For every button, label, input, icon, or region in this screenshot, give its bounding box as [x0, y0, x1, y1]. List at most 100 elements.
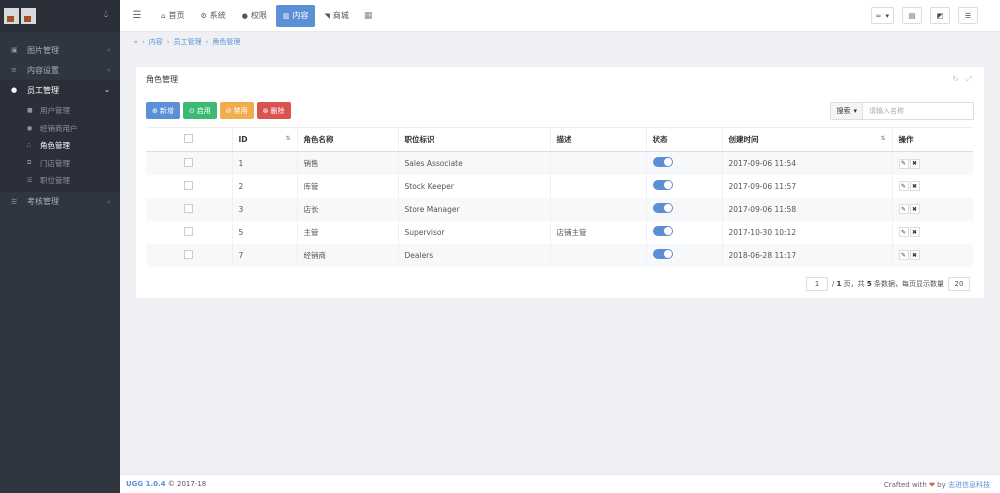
- version-label[interactable]: UGG 1.0.4: [126, 480, 166, 488]
- pager-text: 页，共: [843, 280, 865, 288]
- sidebar-subitem-stores[interactable]: ⧉ 门店管理: [0, 155, 120, 173]
- row-checkbox[interactable]: [184, 203, 193, 213]
- row-checkbox[interactable]: [184, 180, 193, 190]
- breadcrumb: ⌖ › 内容 › 员工管理 › 角色管理: [134, 37, 244, 47]
- table-row[interactable]: 3 店长 Store Manager 2017-09-06 11:58 ✎ ✖: [146, 197, 973, 221]
- header-label: ID: [238, 135, 248, 144]
- search-input[interactable]: [863, 102, 974, 120]
- column-header-created[interactable]: 创建时间 ⇅: [722, 127, 893, 152]
- close-icon[interactable]: ✖: [909, 181, 920, 192]
- ban-icon: ⊘: [225, 106, 232, 115]
- select-all-checkbox[interactable]: [184, 134, 193, 143]
- column-header-desc: 描述: [550, 127, 647, 152]
- hamburger-icon[interactable]: ☰: [120, 10, 154, 21]
- sidebar-subitem-dealer-users[interactable]: ● 经销商用户: [0, 120, 120, 138]
- select-all-header: [146, 127, 233, 152]
- row-checkbox[interactable]: [184, 249, 193, 259]
- tab-label: 首页: [168, 11, 185, 20]
- check-circle-icon: ⊙: [188, 106, 195, 115]
- table-row[interactable]: 7 经销商 Dealers 2018-06-28 11:17 ✎ ✖: [146, 243, 973, 267]
- close-icon[interactable]: ✖: [909, 227, 920, 238]
- list-icon: ☰: [11, 197, 18, 206]
- status-toggle[interactable]: [652, 249, 673, 259]
- breadcrumb-item[interactable]: 角色管理: [212, 37, 240, 47]
- chevron-down-icon: ⌄: [104, 86, 110, 94]
- pencil-icon[interactable]: ✎: [898, 250, 909, 261]
- cell-id: 3: [232, 197, 298, 221]
- pager-text: 条数据，每页显示数量: [874, 280, 944, 288]
- delete-button[interactable]: ⊗ 删除: [256, 102, 291, 119]
- cell-position: Stock Keeper: [398, 174, 551, 198]
- link-icon: ∞: [875, 11, 882, 20]
- tab-mall[interactable]: ◥ 商城: [317, 5, 355, 27]
- pager-total-rows: 5: [866, 280, 872, 288]
- sidebar-subitem-label: 用户管理: [40, 106, 70, 116]
- page-input[interactable]: 1: [805, 277, 828, 291]
- layout-button[interactable]: ☰: [958, 7, 978, 24]
- cell-id: 7: [232, 243, 298, 267]
- company-link[interactable]: 志进信息科技: [948, 481, 990, 489]
- pencil-icon[interactable]: ✎: [898, 227, 909, 238]
- cell-name: 店长: [297, 197, 399, 221]
- search-dropdown[interactable]: 搜索 ▾: [830, 102, 863, 120]
- close-icon[interactable]: ✖: [909, 158, 920, 169]
- cell-desc: [550, 197, 647, 221]
- row-checkbox[interactable]: [184, 226, 193, 236]
- tab-label: 商城: [332, 11, 349, 20]
- status-toggle[interactable]: [652, 157, 673, 168]
- breadcrumb-separator: ›: [141, 38, 145, 46]
- sort-icon[interactable]: ⇅: [880, 135, 885, 142]
- account-dropdown[interactable]: ∞ ▾: [870, 7, 894, 24]
- sidebar-item-assessment[interactable]: ☰ 考核管理 ‹: [0, 192, 120, 212]
- row-checkbox[interactable]: [184, 157, 193, 167]
- fullscreen-icon[interactable]: ⤢: [966, 75, 972, 84]
- enable-button[interactable]: ⊙ 启用: [182, 102, 217, 119]
- search-group: 搜索 ▾: [830, 102, 974, 120]
- refresh-icon[interactable]: ↻: [953, 75, 959, 84]
- sidebar-subitem-label: 门店管理: [40, 158, 70, 168]
- tab-content[interactable]: ▥ 内容: [275, 4, 316, 27]
- sidebar-item-content-settings[interactable]: ≡ 内容设置 ‹: [0, 60, 120, 80]
- disable-button[interactable]: ⊘ 禁用: [219, 102, 254, 119]
- add-button[interactable]: ⊕ 新增: [146, 102, 180, 119]
- tab-system[interactable]: ⚙ 系统: [193, 5, 232, 27]
- trash-button[interactable]: ▤: [902, 7, 922, 24]
- tab-permissions[interactable]: ● 权限: [235, 5, 274, 27]
- column-header-name: 角色名称: [297, 127, 399, 152]
- close-icon[interactable]: ✖: [909, 204, 920, 215]
- cell-name: 主管: [297, 220, 399, 244]
- sort-icon[interactable]: ⇅: [285, 135, 290, 142]
- column-header-ops: 操作: [892, 127, 973, 152]
- status-toggle[interactable]: [652, 226, 673, 236]
- column-header-position: 职位标识: [398, 127, 551, 152]
- row-select-cell: [146, 151, 233, 175]
- breadcrumb-item[interactable]: 员工管理: [174, 37, 202, 47]
- column-header-id[interactable]: ID ⇅: [232, 127, 298, 152]
- sidebar-subitem-roles[interactable]: ∴ 角色管理: [0, 137, 120, 155]
- status-toggle[interactable]: [652, 180, 673, 190]
- sidebar-subitem-label: 经销商用户: [40, 123, 78, 133]
- table-row[interactable]: 1 销售 Sales Associate 2017-09-06 11:54 ✎ ✖: [146, 151, 973, 175]
- sidebar-item-images[interactable]: ▣ 图片管理 ‹: [0, 40, 120, 60]
- resize-button[interactable]: ◩: [930, 7, 950, 24]
- close-icon[interactable]: ✖: [909, 250, 920, 261]
- sidebar-item-staff[interactable]: ● 员工管理 ⌄: [0, 80, 120, 100]
- page-size-input[interactable]: 20: [948, 277, 970, 291]
- pagination: 1 / 1 页，共 5 条数据，每页显示数量 20: [802, 277, 974, 291]
- table-row[interactable]: 5 主管 Supervisor 店铺主管 2017-10-30 10:12 ✎ ✖: [146, 220, 973, 244]
- tab-home[interactable]: ⌂ 首页: [154, 5, 191, 27]
- header-label: 创建时间: [728, 135, 759, 144]
- table-row[interactable]: 2 库管 Stock Keeper 2017-09-06 11:57 ✎ ✖: [146, 174, 973, 198]
- droplet-icon[interactable]: 💧︎: [104, 9, 108, 20]
- pencil-icon[interactable]: ✎: [898, 204, 909, 215]
- sidebar-subitem-users[interactable]: ■ 用户管理: [0, 102, 120, 120]
- remove-circle-icon: ⊗: [262, 106, 269, 115]
- status-toggle[interactable]: [652, 203, 673, 213]
- cell-position: Sales Associate: [398, 151, 551, 175]
- grid-icon[interactable]: ▦: [364, 11, 373, 21]
- breadcrumb-item[interactable]: 内容: [149, 37, 163, 47]
- sidebar-subitem-positions[interactable]: ☰ 职位管理: [0, 172, 120, 190]
- pencil-icon[interactable]: ✎: [898, 181, 909, 192]
- pencil-icon[interactable]: ✎: [898, 158, 909, 169]
- search-dropdown-label: 搜索: [836, 107, 851, 115]
